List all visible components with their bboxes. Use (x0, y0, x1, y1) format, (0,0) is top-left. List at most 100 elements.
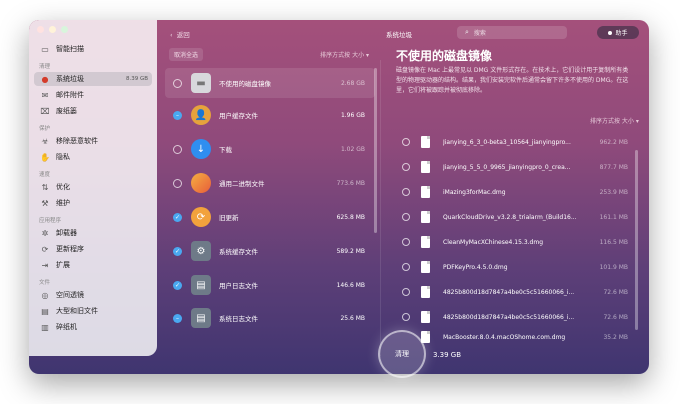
category-size: 625.8 MB (336, 213, 365, 221)
sidebar-item-maintenance[interactable]: ⚒ 维护 (29, 196, 157, 210)
file-size: 161.1 MB (599, 213, 628, 221)
category-row[interactable]: ✓ ⚙ 系统缓存文件 589.2 MB (165, 236, 375, 266)
file-checkbox[interactable] (402, 238, 410, 246)
deselect-all-button[interactable]: 取消全选 (169, 48, 204, 61)
sort-menu[interactable]: 排序方式按 大小 ▾ (320, 50, 369, 59)
file-checkbox[interactable] (402, 188, 410, 196)
sidebar: ▭ 智能扫描 清理 ● 系统垃圾 8.39 GB ✉ 邮件附件 ⌧ 废纸篓 保护… (29, 20, 157, 356)
row-checkbox[interactable]: ✓ (173, 246, 182, 256)
sidebar-section-applications: 应用程序 (39, 218, 62, 224)
file-row[interactable]: Jianying_5_5_0_9965_jianyingpro_0_crea..… (394, 155, 634, 179)
sidebar-item-optimization[interactable]: ⇅ 优化 (29, 180, 157, 194)
file-icon (421, 186, 430, 198)
row-checkbox[interactable]: ✓ (173, 212, 182, 222)
file-size: 35.2 MB (603, 333, 628, 341)
sidebar-item-malware-removal[interactable]: ☣ 移除恶意软件 (29, 134, 157, 148)
sidebar-item-space-lens[interactable]: ◎ 空间透镜 (29, 288, 157, 302)
sidebar-item-label: 邮件附件 (56, 91, 84, 99)
sidebar-item-extensions[interactable]: ⇥ 扩展 (29, 258, 157, 272)
trash-icon: ⌧ (40, 106, 50, 116)
sidebar-item-label: 移除恶意软件 (56, 137, 98, 145)
sidebar-item-label: 隐私 (56, 153, 70, 161)
file-checkbox[interactable] (402, 288, 410, 296)
search-field[interactable]: ⌕ 搜索 (457, 26, 567, 39)
biohazard-icon: ☣ (41, 136, 49, 146)
sidebar-item-label: 系统垃圾 (56, 75, 84, 83)
category-row[interactable]: ▬ 不使用的磁盘镜像 2.68 GB (165, 68, 375, 98)
sidebar-item-label: 碎纸机 (56, 323, 77, 331)
file-checkbox[interactable] (402, 163, 410, 171)
category-list-scrollbar[interactable] (374, 68, 377, 233)
file-row[interactable]: QuarkCloudDrive_v3.2.8_trialarm_(Build16… (394, 205, 634, 229)
category-label: 下载 (219, 146, 232, 154)
sidebar-item-size: 8.39 GB (125, 76, 148, 82)
file-row[interactable]: PDFKeyPro.4.5.0.dmg 101.9 MB (394, 255, 634, 279)
file-row[interactable]: Jianying_6_3_0-beta3_10564_jianyingpro..… (394, 130, 634, 154)
sidebar-item-label: 更新程序 (56, 245, 84, 253)
file-name: Jianying_6_3_0-beta3_10564_jianyingpro..… (443, 138, 571, 146)
sidebar-item-mail-attachments[interactable]: ✉ 邮件附件 (29, 88, 157, 102)
sidebar-item-shredder[interactable]: ▥ 碎纸机 (29, 320, 157, 334)
sidebar-item-trash[interactable]: ⌧ 废纸篓 (29, 104, 157, 118)
file-row[interactable]: CleanMyMacXChinese4.15.3.dmg 116.5 MB (394, 230, 634, 254)
disk-image-icon: ▬ (191, 73, 211, 93)
assistant-button[interactable]: 助手 (597, 26, 639, 39)
file-checkbox[interactable] (402, 138, 410, 146)
file-icon (421, 311, 430, 323)
app-window: ▭ 智能扫描 清理 ● 系统垃圾 8.39 GB ✉ 邮件附件 ⌧ 废纸篓 保护… (29, 20, 649, 374)
category-row[interactable]: ↓ 下载 1.02 GB (165, 134, 375, 164)
back-button[interactable]: ‹ 返回 (170, 29, 190, 39)
file-list-scrollbar[interactable] (635, 150, 638, 330)
sidebar-item-large-old-files[interactable]: ▤ 大型和旧文件 (29, 304, 157, 318)
file-icon (421, 161, 430, 173)
row-checkbox[interactable] (173, 178, 182, 188)
sidebar-item-system-junk[interactable]: ● 系统垃圾 8.39 GB (34, 72, 152, 86)
extensions-icon: ⇥ (41, 260, 49, 270)
category-size: 146.6 MB (336, 281, 365, 289)
file-checkbox[interactable] (402, 213, 410, 221)
file-row[interactable]: iMazing3forMac.dmg 253.9 MB (394, 180, 634, 204)
clean-button[interactable]: 清理 (378, 330, 426, 378)
file-checkbox[interactable] (402, 263, 410, 271)
universal-binary-icon (191, 173, 211, 193)
category-row[interactable]: – ▤ 系统日志文件 25.6 MB (165, 303, 375, 333)
category-label: 用户缓存文件 (219, 112, 258, 120)
file-icon (421, 136, 430, 148)
file-row[interactable]: 4825b800d18d7847a4be0c5c51660066_i... 72… (394, 305, 634, 329)
category-list-header: 取消全选 排序方式按 大小 ▾ (169, 48, 369, 62)
file-size: 962.2 MB (599, 138, 628, 146)
category-row[interactable]: ✓ ⟳ 旧更新 625.8 MB (165, 202, 375, 232)
file-icon (421, 211, 430, 223)
file-name: 4825b800d18d7847a4be0c5c51660066_i... (443, 288, 575, 296)
file-icon (421, 286, 430, 298)
system-cache-icon: ⚙ (191, 241, 211, 261)
back-label: 返回 (176, 31, 190, 39)
detail-description: 磁盘镜像在 Mac 上最常见以 DMG 文件形式存在。在技术上，它们设计用于复制… (396, 67, 629, 94)
category-size: 25.6 MB (340, 314, 365, 322)
sliders-icon: ⇅ (41, 182, 49, 192)
file-row[interactable]: MacBooster.8.0.4.macOShome.com.dmg 35.2 … (394, 330, 634, 344)
category-row[interactable]: – 👤 用户缓存文件 1.96 GB (165, 100, 375, 130)
file-row[interactable]: 4825b800d18d7847a4be0c5c51660066_i... 72… (394, 280, 634, 304)
sidebar-section-files: 文件 (39, 280, 51, 286)
sidebar-section-speed: 速度 (39, 172, 51, 178)
category-size: 589.2 MB (336, 247, 365, 255)
category-row[interactable]: ✓ ▤ 用户日志文件 146.6 MB (165, 270, 375, 300)
row-checkbox[interactable] (173, 78, 182, 88)
file-checkbox[interactable] (402, 313, 410, 321)
category-row[interactable]: 通用二进制文件 773.6 MB (165, 168, 375, 198)
sidebar-item-uninstaller[interactable]: ✲ 卸载器 (29, 226, 157, 240)
row-checkbox[interactable] (173, 144, 182, 154)
category-label: 不使用的磁盘镜像 (219, 80, 271, 88)
sidebar-item-privacy[interactable]: ✋ 隐私 (29, 150, 157, 164)
file-name: MacBooster.8.0.4.macOShome.com.dmg (443, 333, 566, 341)
row-checkbox[interactable]: – (173, 110, 182, 120)
sidebar-item-updater[interactable]: ⟳ 更新程序 (29, 242, 157, 256)
row-checkbox[interactable]: – (173, 313, 182, 323)
row-checkbox[interactable]: ✓ (173, 280, 182, 290)
sidebar-item-smart-scan[interactable]: ▭ 智能扫描 (29, 42, 157, 56)
shredder-icon: ▥ (41, 322, 49, 332)
category-size: 1.96 GB (340, 111, 365, 119)
file-name: CleanMyMacXChinese4.15.3.dmg (443, 238, 544, 246)
detail-sort-menu[interactable]: 排序方式按 大小 ▾ (590, 116, 639, 125)
